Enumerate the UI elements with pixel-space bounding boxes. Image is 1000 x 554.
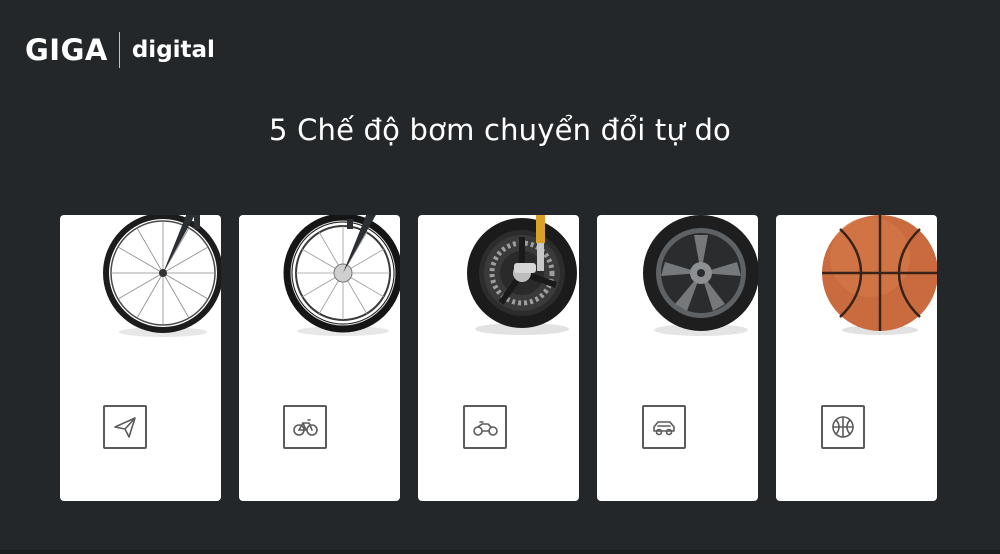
mode-card-bicycle-road	[60, 215, 221, 501]
pump-mode-list	[60, 215, 937, 501]
mode-card-bicycle	[239, 215, 400, 501]
basketball-image	[822, 215, 937, 335]
folding-bike-wheel-image	[283, 215, 400, 336]
car-wheel-image	[643, 215, 758, 336]
road-bike-wheel-image	[103, 215, 221, 337]
mode-card-ball	[776, 215, 937, 501]
bottom-edge	[0, 550, 1000, 554]
page-title: 5 Chế độ bơm chuyển đổi tự do	[269, 113, 731, 147]
mode-card-motorcycle	[418, 215, 579, 501]
motorcycle-icon[interactable]	[463, 405, 507, 449]
bicycle-icon[interactable]	[283, 405, 327, 449]
paper-plane-icon[interactable]	[103, 405, 147, 449]
car-icon[interactable]	[642, 405, 686, 449]
motorcycle-wheel-image	[467, 215, 577, 335]
brand-name: GIGA	[25, 33, 108, 67]
basketball-icon[interactable]	[821, 405, 865, 449]
logo-divider	[118, 32, 120, 68]
brand-logo: GIGA digital	[25, 30, 215, 70]
brand-subtitle: digital	[131, 37, 215, 63]
mode-card-car	[597, 215, 758, 501]
